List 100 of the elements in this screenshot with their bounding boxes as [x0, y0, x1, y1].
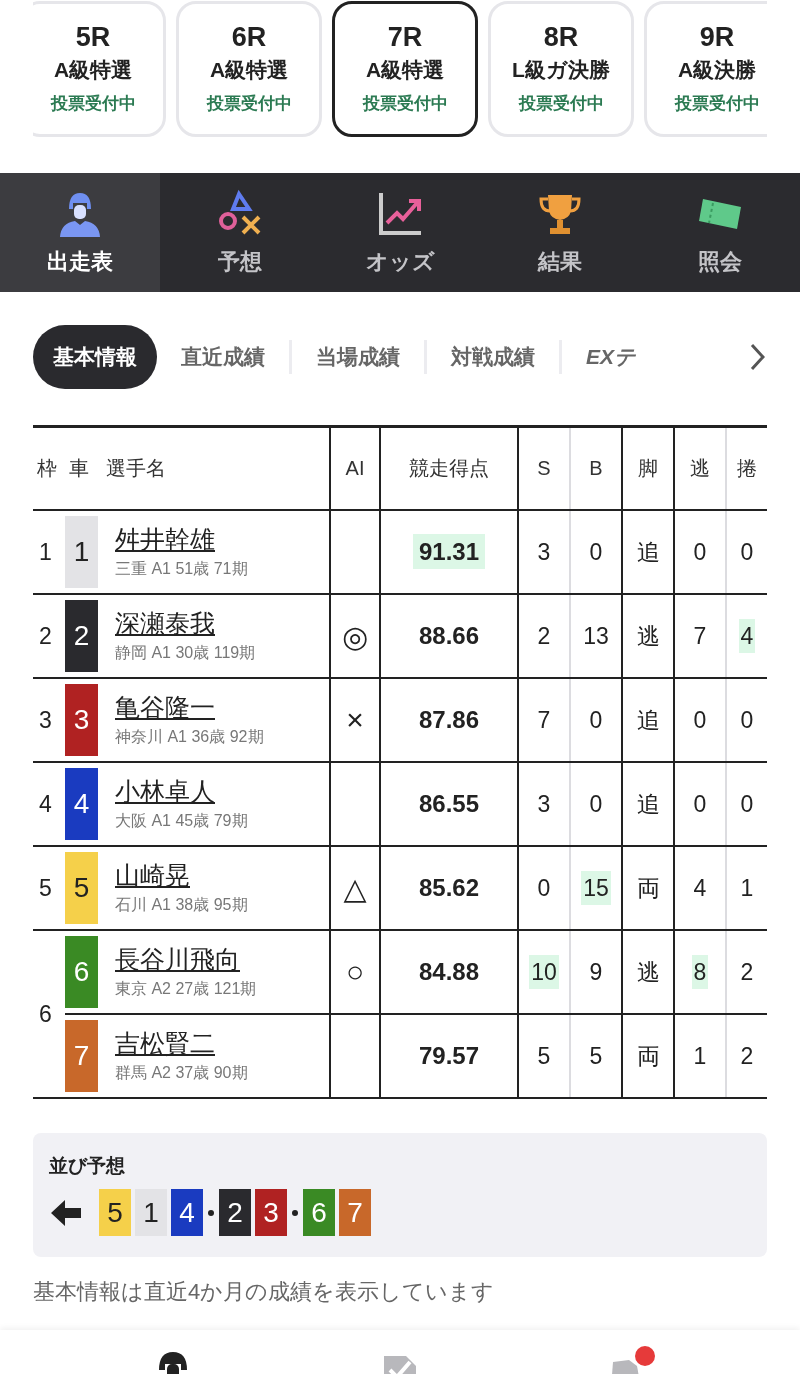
- bike-number: 6: [65, 936, 98, 1008]
- bike-number: 4: [171, 1189, 203, 1236]
- stat-value: 追: [635, 789, 661, 819]
- rider-profile: 群馬 A2 37歳 90期: [115, 1062, 249, 1083]
- stat-value: 両: [635, 873, 661, 903]
- bike-number: 7: [339, 1189, 371, 1236]
- race-tab[interactable]: 7R A級特選 投票受付中: [332, 1, 478, 137]
- bike-number: 6: [303, 1189, 335, 1236]
- race-tab[interactable]: 6R A級特選 投票受付中: [176, 1, 322, 137]
- score-value: 84.88: [417, 957, 481, 987]
- sub-tab[interactable]: 直近成績: [157, 325, 289, 389]
- sub-tab[interactable]: EXテ: [562, 325, 635, 389]
- stat-value: 0: [588, 789, 604, 819]
- info-note: 基本情報は直近4か月の成績を表示しています: [33, 1278, 496, 1306]
- nav-tab[interactable]: 出走表: [0, 173, 160, 292]
- separator-dot: [208, 1209, 214, 1216]
- stat-value: 7: [536, 705, 552, 735]
- rider-profile: 三重 A1 51歳 71期: [115, 558, 249, 579]
- bike-number: 7: [65, 1020, 98, 1092]
- stat-value: 0: [588, 705, 604, 735]
- stat-value: 0: [739, 705, 755, 735]
- bike-number: 1: [135, 1189, 167, 1236]
- stat-value: 10: [529, 954, 559, 989]
- score-value: 88.66: [417, 621, 481, 651]
- bike-number: 1: [65, 516, 98, 588]
- score-value: 86.55: [417, 789, 481, 819]
- ai-mark: ×: [346, 703, 364, 736]
- stat-value: 9: [588, 957, 604, 987]
- column-header: 選手名: [100, 426, 330, 510]
- stat-value: 3: [536, 537, 552, 567]
- stat-value: 3: [536, 789, 552, 819]
- rider-name-link[interactable]: 亀谷隆一: [115, 693, 215, 722]
- rider-profile: 石川 A1 38歳 95期: [115, 894, 249, 915]
- rider-name-link[interactable]: 吉松賢二: [115, 1029, 215, 1058]
- stat-value: 0: [692, 705, 708, 735]
- rider-name-link[interactable]: 山崎晃: [115, 861, 190, 890]
- bike-number: 3: [255, 1189, 287, 1236]
- rider-profile: 大阪 A1 45歳 79期: [115, 810, 249, 831]
- rider-profile: 静岡 A1 30歳 119期: [115, 642, 257, 663]
- score-value: 85.62: [417, 873, 481, 903]
- stat-value: 追: [635, 705, 661, 735]
- sub-tab[interactable]: 対戦成績: [427, 325, 559, 389]
- rider-profile: 神奈川 A1 36歳 92期: [115, 726, 265, 747]
- stat-value: 5: [536, 1041, 552, 1071]
- stat-value: 8: [691, 954, 709, 989]
- ai-mark: ○: [345, 955, 365, 988]
- nav-tab[interactable]: 予想: [160, 173, 320, 292]
- bike-number: 2: [219, 1189, 251, 1236]
- stat-value: 0: [536, 873, 552, 903]
- ai-mark: ◎: [341, 619, 369, 653]
- stat-value: 逃: [635, 621, 661, 651]
- stat-value: 2: [739, 957, 755, 987]
- separator-dot: [292, 1209, 298, 1216]
- stat-value: 0: [692, 537, 708, 567]
- stat-value: 2: [536, 621, 552, 651]
- stat-value: 13: [582, 621, 610, 651]
- stat-value: 両: [635, 1041, 661, 1071]
- stat-value: 7: [692, 621, 708, 651]
- column-header: B: [570, 426, 622, 510]
- stat-value: 15: [581, 870, 611, 905]
- stat-value: 4: [692, 873, 708, 903]
- ai-mark: △: [343, 871, 367, 905]
- nav-tab[interactable]: オッズ: [320, 173, 480, 292]
- stat-value: 追: [635, 537, 661, 567]
- race-tab[interactable]: 9R A級決勝 投票受付中: [644, 1, 767, 137]
- stat-value: 0: [692, 789, 708, 819]
- column-header: 逃: [674, 426, 726, 510]
- rider-name-link[interactable]: 長谷川飛向: [115, 945, 240, 974]
- race-tab[interactable]: 5R A級特選 投票受付中: [33, 1, 166, 137]
- rider-name-link[interactable]: 舛井幹雄: [115, 525, 215, 554]
- score-value: 79.57: [417, 1041, 481, 1071]
- stat-value: 4: [738, 618, 756, 653]
- rider-name-link[interactable]: 深瀬泰我: [115, 609, 215, 638]
- stat-value: 0: [739, 537, 755, 567]
- column-header: 車: [65, 426, 100, 510]
- panel-title: 並び予想: [49, 1154, 126, 1178]
- nav-tab[interactable]: 照会: [640, 173, 800, 292]
- score-value: 91.31: [412, 534, 486, 569]
- sub-tab[interactable]: 当場成績: [292, 325, 424, 389]
- stat-value: 0: [588, 537, 604, 567]
- race-tab[interactable]: 8R L級ガ決勝 投票受付中: [488, 1, 634, 137]
- rider-profile: 東京 A2 27歳 121期: [115, 978, 258, 999]
- bike-number: 4: [65, 768, 98, 840]
- score-value: 87.86: [417, 705, 481, 735]
- stat-value: 1: [692, 1041, 708, 1071]
- column-header: 競走得点: [380, 426, 518, 510]
- column-header: 捲: [726, 426, 767, 510]
- bike-number: 5: [65, 852, 98, 924]
- nav-tab[interactable]: 結果: [480, 173, 640, 292]
- stat-value: 逃: [635, 957, 661, 987]
- stat-value: 2: [739, 1041, 755, 1071]
- bike-number: 5: [99, 1189, 131, 1236]
- stat-value: 5: [588, 1041, 604, 1071]
- arrow-left-icon: [49, 1197, 83, 1228]
- stat-value: 0: [739, 789, 755, 819]
- bike-number: 3: [65, 684, 98, 756]
- rider-name-link[interactable]: 小林卓人: [115, 777, 215, 806]
- sub-tab[interactable]: 基本情報: [33, 325, 157, 389]
- stat-value: 1: [739, 873, 755, 903]
- column-header: AI: [330, 426, 380, 510]
